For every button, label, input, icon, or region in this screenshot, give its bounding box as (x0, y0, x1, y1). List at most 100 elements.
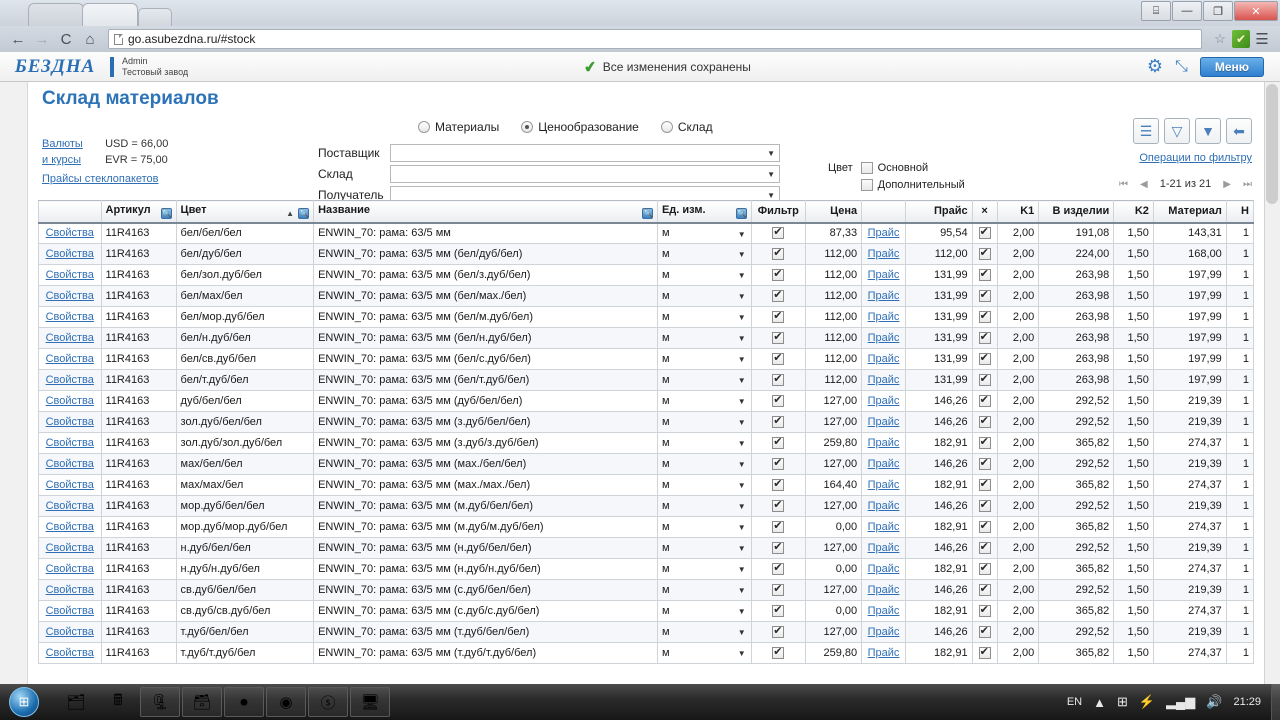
cell-k2[interactable]: 1,50 (1113, 327, 1154, 349)
checkbox-checked-icon[interactable] (978, 477, 991, 491)
cell-k1[interactable]: 2,00 (996, 306, 1040, 328)
cell-price-link[interactable]: Прайс (861, 306, 906, 328)
cell-multiplier[interactable] (971, 327, 998, 349)
checkbox-checked-icon[interactable] (978, 225, 991, 239)
cell-k2[interactable]: 1,50 (1113, 432, 1154, 454)
cell-filtr[interactable] (750, 621, 806, 643)
cell-cena[interactable]: 0,00 (804, 558, 863, 580)
cell-k2[interactable]: 1,50 (1113, 411, 1154, 433)
cell-k2[interactable]: 1,50 (1113, 558, 1154, 580)
last-page-button[interactable]: ⏭ (1243, 179, 1252, 190)
cell-multiplier[interactable] (971, 558, 998, 580)
home-icon[interactable]: ⌂ (78, 28, 102, 50)
cell-multiplier[interactable] (971, 495, 998, 517)
cell-cena[interactable]: 112,00 (804, 285, 863, 307)
properties-link[interactable]: Свойства (46, 458, 94, 470)
table-row[interactable]: Свойства 11R4163 мах/бел/бел ENWIN_70: рама… (38, 453, 1255, 475)
cell-k1[interactable]: 2,00 (996, 495, 1040, 517)
checkbox-osnovnoy[interactable]: Основной (860, 162, 965, 174)
archive-icon[interactable]: 🗜 (140, 687, 180, 717)
checkbox-checked-icon[interactable] (772, 414, 785, 428)
cell-k1[interactable]: 2,00 (996, 243, 1040, 265)
table-row[interactable]: Свойства 11R4163 н.дуб/бел/бел ENWIN_70: ра… (38, 537, 1255, 559)
cell-cena[interactable]: 127,00 (804, 453, 863, 475)
checkbox-checked-icon[interactable] (978, 246, 991, 260)
checkbox-checked-icon[interactable] (978, 624, 991, 638)
cell-properties[interactable]: Свойства (38, 411, 102, 433)
cell-filtr[interactable] (750, 306, 806, 328)
prais-link[interactable]: Прайс (868, 563, 900, 575)
cell-k2[interactable]: 1,50 (1113, 474, 1154, 496)
table-row[interactable]: Свойства 11R4163 дуб/бел/бел ENWIN_70: рама… (38, 390, 1255, 412)
cell-filtr[interactable] (750, 369, 806, 391)
cell-price-link[interactable]: Прайс (861, 432, 906, 454)
volume-icon[interactable]: 🔊 (1206, 694, 1222, 710)
prais-link[interactable]: Прайс (868, 353, 900, 365)
remote-icon[interactable]: 🖥 (350, 687, 390, 717)
radio-materialy[interactable]: Материалы (418, 120, 499, 134)
cell-multiplier[interactable] (971, 642, 998, 664)
prais-link[interactable]: Прайс (868, 269, 900, 281)
properties-link[interactable]: Свойства (46, 227, 94, 239)
properties-link[interactable]: Свойства (46, 248, 94, 260)
cell-k1[interactable]: 2,00 (996, 453, 1040, 475)
cell-ed-izm[interactable]: м ▼ (656, 432, 752, 454)
checkbox-checked-icon[interactable] (978, 393, 991, 407)
reload-icon[interactable]: C (54, 28, 78, 50)
cell-k1[interactable]: 2,00 (996, 327, 1040, 349)
properties-link[interactable]: Свойства (46, 416, 94, 428)
cell-ed-izm[interactable]: м ▼ (656, 600, 752, 622)
table-row[interactable]: Свойства 11R4163 бел/мор.дуб/бел ENWIN_70: … (38, 306, 1255, 328)
language-indicator[interactable]: EN (1067, 696, 1082, 708)
cell-filtr[interactable] (750, 474, 806, 496)
table-row[interactable]: Свойства 11R4163 зол.дуб/зол.дуб/бел ENWIN_… (38, 432, 1255, 454)
player-icon[interactable]: ⏺ (224, 687, 264, 717)
properties-link[interactable]: Свойства (46, 311, 94, 323)
properties-link[interactable]: Свойства (46, 479, 94, 491)
media-icon[interactable]: 🗃 (182, 687, 222, 717)
chevron-up-icon[interactable]: ▲ (1093, 695, 1106, 710)
cell-ed-izm[interactable]: м ▼ (656, 516, 752, 538)
cell-cena[interactable]: 127,00 (804, 621, 863, 643)
table-row[interactable]: Свойства 11R4163 мор.дуб/бел/бел ENWIN_70: … (38, 495, 1255, 517)
th-cena[interactable]: Цена (804, 200, 863, 224)
cell-price-link[interactable]: Прайс (861, 411, 906, 433)
cell-cena[interactable]: 112,00 (804, 264, 863, 286)
cell-price-link[interactable]: Прайс (861, 243, 906, 265)
table-row[interactable]: Свойства 11R4163 бел/дуб/бел ENWIN_70: рама… (38, 243, 1255, 265)
cell-ed-izm[interactable]: м ▼ (656, 390, 752, 412)
cell-properties[interactable]: Свойства (38, 579, 102, 601)
cell-cena[interactable]: 112,00 (804, 306, 863, 328)
cell-k2[interactable]: 1,50 (1113, 537, 1154, 559)
cell-filtr[interactable] (750, 348, 806, 370)
cell-k2[interactable]: 1,50 (1113, 621, 1154, 643)
cell-k1[interactable]: 2,00 (996, 411, 1040, 433)
cell-price-link[interactable]: Прайс (861, 264, 906, 286)
cell-ed-izm[interactable]: м ▼ (656, 411, 752, 433)
cell-k2[interactable]: 1,50 (1113, 285, 1154, 307)
cell-filtr[interactable] (750, 453, 806, 475)
prais-link[interactable]: Прайс (868, 416, 900, 428)
cell-multiplier[interactable] (971, 579, 998, 601)
cell-multiplier[interactable] (971, 600, 998, 622)
cell-cena[interactable]: 127,00 (804, 390, 863, 412)
cell-k2[interactable]: 1,50 (1113, 306, 1154, 328)
th-filtr[interactable]: Фильтр (750, 200, 806, 224)
table-row[interactable]: Свойства 11R4163 св.дуб/св.дуб/бел ENWIN_70… (38, 600, 1255, 622)
cell-multiplier[interactable] (971, 537, 998, 559)
checkbox-checked-icon[interactable] (978, 330, 991, 344)
search-icon[interactable]: 🔍 (641, 207, 653, 219)
cell-multiplier[interactable] (971, 621, 998, 643)
cell-k1[interactable]: 2,00 (996, 264, 1040, 286)
cell-k2[interactable]: 1,50 (1113, 453, 1154, 475)
cell-filtr[interactable] (750, 222, 806, 244)
table-row[interactable]: Свойства 11R4163 бел/зол.дуб/бел ENWIN_70: … (38, 264, 1255, 286)
properties-link[interactable]: Свойства (46, 437, 94, 449)
checkbox-checked-icon[interactable] (978, 309, 991, 323)
cell-filtr[interactable] (750, 264, 806, 286)
cell-k1[interactable]: 2,00 (996, 642, 1040, 664)
checkbox-checked-icon[interactable] (772, 330, 785, 344)
cell-multiplier[interactable] (971, 432, 998, 454)
table-row[interactable]: Свойства 11R4163 бел/св.дуб/бел ENWIN_70: р… (38, 348, 1255, 370)
cell-cena[interactable]: 127,00 (804, 411, 863, 433)
